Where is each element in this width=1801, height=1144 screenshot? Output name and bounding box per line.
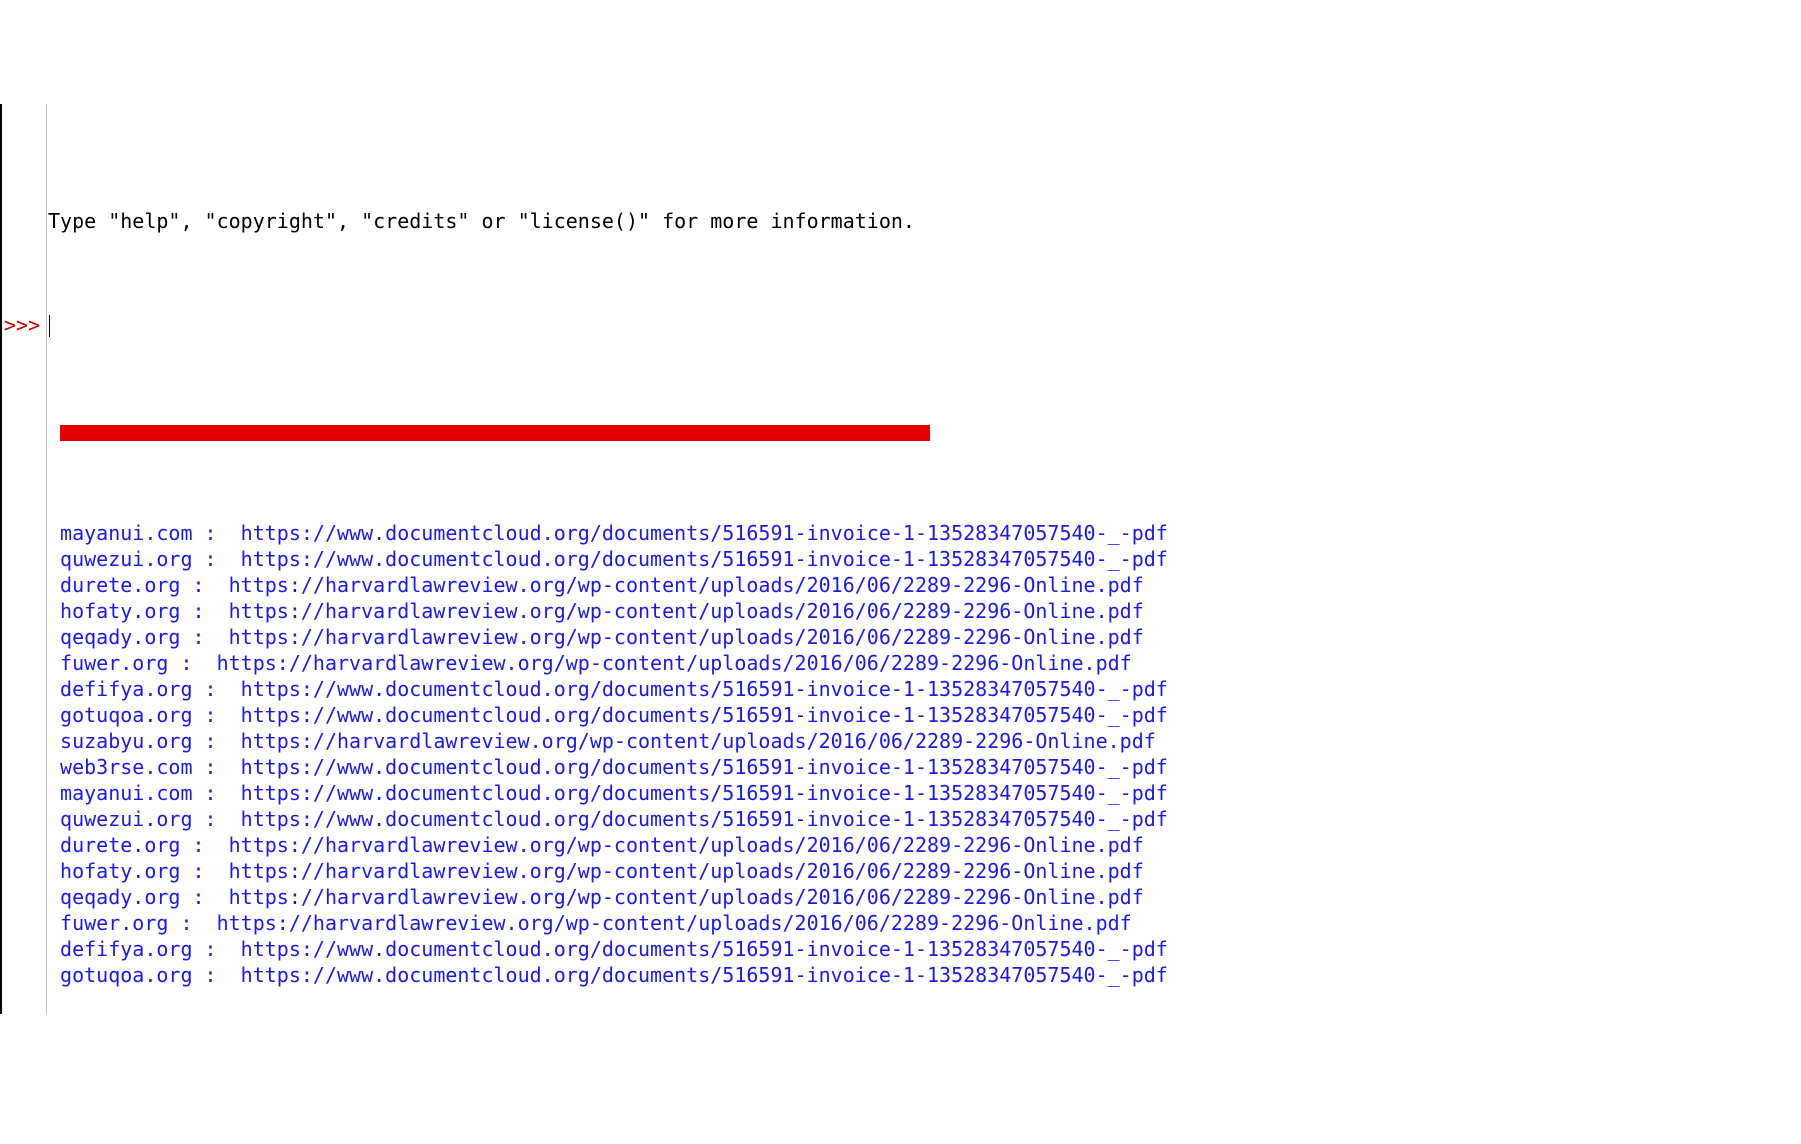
output-line: suzabyu.org : https://harvardlawreview.o… bbox=[2, 728, 1801, 754]
banner-text: Type "help", "copyright", "credits" or "… bbox=[46, 208, 915, 234]
output-text: mayanui.com : https://www.documentcloud.… bbox=[46, 520, 1168, 546]
output-line: quwezui.org : https://www.documentcloud.… bbox=[2, 546, 1801, 572]
output-text: fuwer.org : https://harvardlawreview.org… bbox=[46, 910, 1132, 936]
output-line: defifya.org : https://www.documentcloud.… bbox=[2, 676, 1801, 702]
output-line: fuwer.org : https://harvardlawreview.org… bbox=[2, 650, 1801, 676]
output-text: qeqady.org : https://harvardlawreview.or… bbox=[46, 624, 1144, 650]
output-line: hofaty.org : https://harvardlawreview.or… bbox=[2, 598, 1801, 624]
text-cursor-icon bbox=[49, 315, 50, 337]
banner-line: Type "help", "copyright", "credits" or "… bbox=[2, 208, 1801, 234]
output-line: qeqady.org : https://harvardlawreview.or… bbox=[2, 884, 1801, 910]
output-line: hofaty.org : https://harvardlawreview.or… bbox=[2, 858, 1801, 884]
output-line: durete.org : https://harvardlawreview.or… bbox=[2, 832, 1801, 858]
python-shell[interactable]: Type "help", "copyright", "credits" or "… bbox=[0, 104, 1801, 1014]
output-line: web3rse.com : https://www.documentcloud.… bbox=[2, 754, 1801, 780]
output-text: qeqady.org : https://harvardlawreview.or… bbox=[46, 884, 1144, 910]
output-text: defifya.org : https://www.documentcloud.… bbox=[46, 936, 1168, 962]
redacted-line bbox=[2, 416, 1801, 442]
output-text: hofaty.org : https://harvardlawreview.or… bbox=[46, 598, 1144, 624]
output-line: quwezui.org : https://www.documentcloud.… bbox=[2, 806, 1801, 832]
output-text: gotuqoa.org : https://www.documentcloud.… bbox=[46, 962, 1168, 988]
output-text: suzabyu.org : https://harvardlawreview.o… bbox=[46, 728, 1156, 754]
output-text: defifya.org : https://www.documentcloud.… bbox=[46, 676, 1168, 702]
redaction-bar bbox=[60, 425, 930, 441]
prompt-line[interactable]: >>> bbox=[2, 312, 1801, 338]
output-line: defifya.org : https://www.documentcloud.… bbox=[2, 936, 1801, 962]
output-text: quwezui.org : https://www.documentcloud.… bbox=[46, 806, 1168, 832]
output-line: durete.org : https://harvardlawreview.or… bbox=[2, 572, 1801, 598]
output-text: web3rse.com : https://www.documentcloud.… bbox=[46, 754, 1168, 780]
output-text: fuwer.org : https://harvardlawreview.org… bbox=[46, 650, 1132, 676]
output-line: gotuqoa.org : https://www.documentcloud.… bbox=[2, 702, 1801, 728]
output-text: durete.org : https://harvardlawreview.or… bbox=[46, 572, 1144, 598]
output-line: qeqady.org : https://harvardlawreview.or… bbox=[2, 624, 1801, 650]
output-text: gotuqoa.org : https://www.documentcloud.… bbox=[46, 702, 1168, 728]
output-text: durete.org : https://harvardlawreview.or… bbox=[46, 832, 1144, 858]
output-text: hofaty.org : https://harvardlawreview.or… bbox=[46, 858, 1144, 884]
output-line: mayanui.com : https://www.documentcloud.… bbox=[2, 780, 1801, 806]
output-line: mayanui.com : https://www.documentcloud.… bbox=[2, 520, 1801, 546]
output-line: fuwer.org : https://harvardlawreview.org… bbox=[2, 910, 1801, 936]
prompt-symbol: >>> bbox=[2, 312, 46, 338]
output-line: gotuqoa.org : https://www.documentcloud.… bbox=[2, 962, 1801, 988]
gutter-divider bbox=[46, 104, 47, 1014]
output-text: quwezui.org : https://www.documentcloud.… bbox=[46, 546, 1168, 572]
output-text: mayanui.com : https://www.documentcloud.… bbox=[46, 780, 1168, 806]
